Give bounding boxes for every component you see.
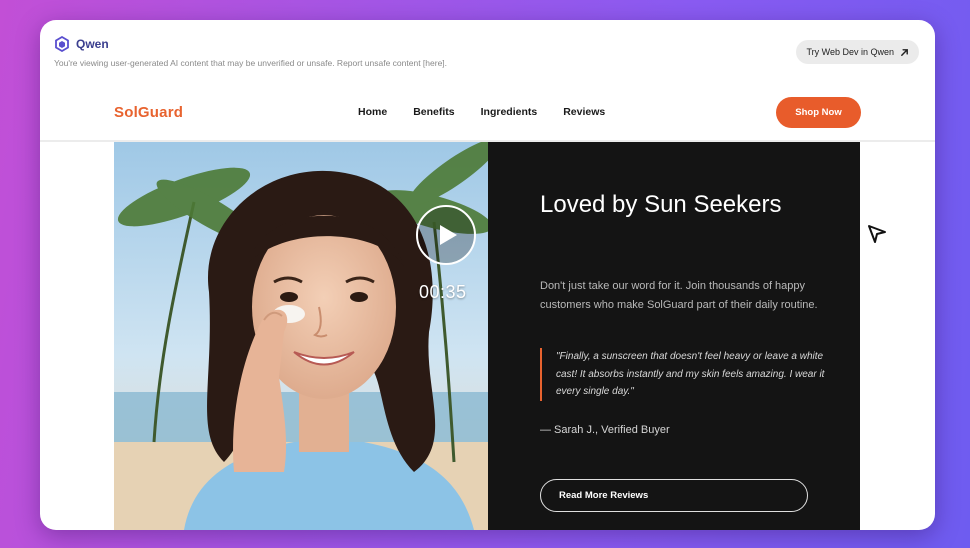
topbar: Qwen You're viewing user-generated AI co…	[40, 20, 935, 98]
nav-link-ingredients[interactable]: Ingredients	[481, 106, 538, 118]
brand-name: Qwen	[76, 37, 109, 51]
play-icon	[440, 225, 457, 245]
nav-link-home[interactable]: Home	[358, 106, 387, 118]
hero-photo	[114, 142, 488, 530]
video-timecode: 00:35	[419, 282, 467, 302]
try-web-dev-button[interactable]: Try Web Dev in Qwen	[796, 40, 919, 64]
arrow-up-right-icon	[901, 48, 908, 56]
hero-section: Loved by Sun Seekers Don't just take our…	[114, 142, 860, 530]
nav-link-reviews[interactable]: Reviews	[563, 106, 605, 118]
disclaimer-text: You're viewing user-generated AI content…	[54, 58, 448, 68]
qwen-logo-icon	[55, 36, 69, 52]
hero-title: Loved by Sun Seekers	[540, 191, 782, 218]
quote-text: "Finally, a sunscreen that doesn't feel …	[556, 351, 825, 397]
nav-links: Home Benefits Ingredients Reviews	[358, 106, 605, 118]
read-more-reviews-button[interactable]: Read More Reviews	[540, 479, 808, 512]
site-logo[interactable]: SolGuard	[114, 104, 183, 121]
pointer-cursor-icon	[868, 225, 886, 243]
quote-author: — Sarah J., Verified Buyer	[540, 424, 670, 436]
reviews-panel: Loved by Sun Seekers Don't just take our…	[488, 142, 860, 530]
video-play-button[interactable]	[416, 205, 476, 265]
nav-link-benefits[interactable]: Benefits	[413, 106, 454, 118]
site-nav: SolGuard Home Benefits Ingredients Revie…	[40, 97, 935, 142]
try-web-dev-label: Try Web Dev in Qwen	[806, 47, 894, 57]
hero-body: Don't just take our word for it. Join th…	[540, 280, 818, 311]
testimonial-quote: "Finally, a sunscreen that doesn't feel …	[540, 348, 830, 401]
browser-window: Qwen You're viewing user-generated AI co…	[40, 20, 935, 530]
brand[interactable]: Qwen	[54, 36, 109, 52]
shop-now-button[interactable]: Shop Now	[776, 97, 861, 128]
